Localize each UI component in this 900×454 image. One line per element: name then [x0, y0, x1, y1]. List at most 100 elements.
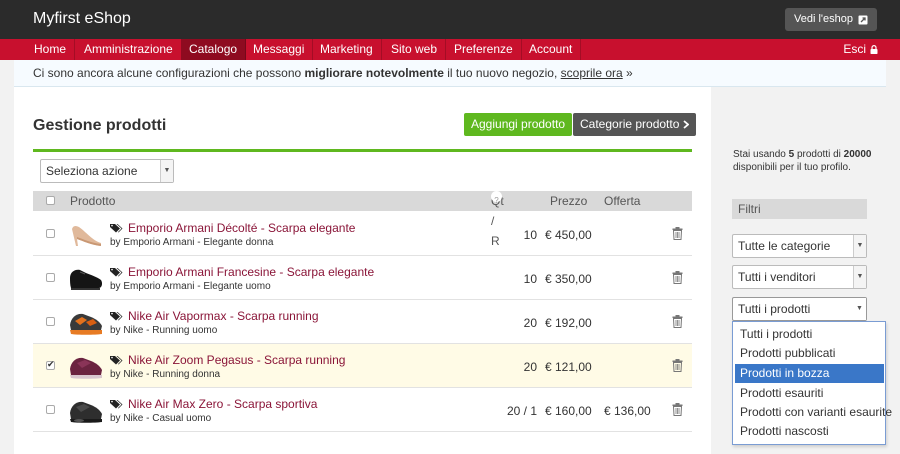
product-thumbnail[interactable]	[69, 351, 103, 381]
dropdown-option[interactable]: Prodotti nascosti	[735, 422, 884, 441]
dropdown-option[interactable]: Prodotti con varianti esaurite	[735, 403, 892, 422]
table-row: Emporio Armani Francesine - Scarpa elega…	[33, 256, 692, 300]
category-filter-select[interactable]: Tutte le categorie ▼	[732, 234, 867, 258]
product-name: Emporio Armani Décolté - Scarpa elegante	[128, 221, 356, 235]
view-store-button[interactable]: Vedi l'eshop	[785, 8, 877, 31]
filters-title: Filtri	[732, 199, 867, 219]
product-name-link[interactable]: Nike Air Max Zero - Scarpa sportiva	[110, 397, 317, 411]
help-icon[interactable]: ?	[491, 191, 502, 205]
table-row: Nike Air Vapormax - Scarpa running by Ni…	[33, 300, 692, 344]
category-filter-value: Tutte le categorie	[738, 239, 831, 253]
product-categories-label: Categorie prodotto	[580, 117, 680, 131]
trash-icon[interactable]	[672, 227, 683, 240]
product-meta: by Emporio Armani - Elegante uomo	[110, 281, 271, 292]
product-meta: by Nike - Casual uomo	[110, 413, 212, 424]
nav-item-home[interactable]: Home	[26, 39, 76, 60]
bulk-action-value: Seleziona azione	[46, 164, 138, 178]
product-name: Nike Air Zoom Pegasus - Scarpa running	[128, 353, 346, 367]
row-checkbox[interactable]	[46, 359, 55, 370]
row-checkbox[interactable]	[46, 273, 55, 282]
dropdown-option[interactable]: Prodotti esauriti	[735, 384, 884, 403]
trash-icon[interactable]	[672, 403, 683, 416]
trash-icon[interactable]	[672, 359, 683, 372]
usage-mid: prodotti di	[796, 149, 841, 160]
chevron-down-icon: ▼	[853, 298, 866, 320]
product-offer: € 136,00	[604, 404, 651, 418]
add-product-button[interactable]: Aggiungi prodotto	[464, 113, 573, 136]
dropdown-option[interactable]: Prodotti pubblicati	[735, 344, 884, 363]
brand-title[interactable]: Myfirst eShop	[33, 10, 131, 28]
page-title: Gestione prodotti	[33, 117, 167, 134]
vendor-filter-value: Tutti i venditori	[738, 270, 816, 284]
usage-used: 5	[788, 149, 795, 160]
notice-bold: migliorare notevolmente	[304, 66, 444, 80]
product-price: € 160,00	[545, 404, 592, 418]
product-meta: by Nike - Running uomo	[110, 325, 218, 336]
nav-item-amministrazione[interactable]: Amministrazione	[76, 39, 182, 60]
product-meta: by Emporio Armani - Elegante donna	[110, 237, 274, 248]
product-thumbnail[interactable]	[69, 219, 103, 249]
main-nav: Home Amministrazione Catalogo Messaggi M…	[0, 39, 900, 60]
vendor-filter-select[interactable]: Tutti i venditori ▼	[732, 265, 867, 289]
row-checkbox[interactable]	[46, 405, 55, 414]
usage-prefix: Stai usando	[733, 149, 786, 160]
product-name: Nike Air Max Zero - Scarpa sportiva	[128, 397, 318, 411]
row-checkbox[interactable]	[46, 317, 55, 326]
nav-item-preferenze[interactable]: Preferenze	[446, 39, 522, 60]
product-name-link[interactable]: Emporio Armani Francesine - Scarpa elega…	[110, 265, 374, 279]
product-price: € 350,00	[545, 272, 592, 286]
product-qty: 10	[523, 228, 537, 242]
header-product: Prodotto	[70, 194, 116, 208]
notice-discover-link[interactable]: scoprile ora	[561, 66, 623, 80]
select-all-checkbox[interactable]	[46, 196, 55, 205]
product-name-link[interactable]: Nike Air Vapormax - Scarpa running	[110, 309, 319, 323]
notice-text-middle: il tuo nuovo negozio,	[447, 66, 558, 80]
tags-icon	[110, 356, 123, 365]
product-qty: 20	[523, 360, 537, 374]
product-categories-button[interactable]: Categorie prodotto	[573, 113, 697, 136]
tags-icon	[110, 224, 123, 233]
table-row: Nike Air Max Zero - Scarpa sportiva by N…	[33, 388, 692, 432]
tags-icon	[110, 268, 123, 277]
product-thumbnail[interactable]	[69, 263, 103, 293]
product-status-dropdown: Tutti i prodotti Prodotti pubblicati Pro…	[732, 321, 892, 445]
tags-icon	[110, 312, 123, 321]
product-meta: by Nike - Running donna	[110, 369, 221, 380]
product-thumbnail[interactable]	[69, 307, 103, 337]
usage-total: 20000	[843, 149, 872, 160]
nav-item-account[interactable]: Account	[521, 39, 582, 60]
config-notice: Ci sono ancora alcune configurazioni che…	[14, 60, 886, 87]
header-price: Prezzo	[550, 194, 588, 208]
product-qty: 20 / 1	[506, 404, 537, 418]
dropdown-option-highlighted[interactable]: Prodotti in bozza	[735, 364, 884, 383]
product-price: € 121,00	[545, 360, 592, 374]
product-price: € 450,00	[545, 228, 592, 242]
table-row: Nike Air Zoom Pegasus - Scarpa running b…	[33, 344, 692, 388]
product-usage-info: Stai usando 5 prodotti di 20000 disponib…	[733, 148, 873, 174]
table-header: Prodotto Qt / R ? Prezzo Offerta	[33, 191, 692, 248]
row-checkbox[interactable]	[46, 229, 55, 238]
view-store-label: Vedi l'eshop	[794, 13, 853, 25]
chevron-down-icon: ▼	[160, 160, 173, 182]
product-thumbnail[interactable]	[69, 395, 103, 425]
nav-item-messaggi[interactable]: Messaggi	[245, 39, 314, 60]
product-name-link[interactable]: Nike Air Zoom Pegasus - Scarpa running	[110, 353, 345, 367]
bulk-action-select[interactable]: Seleziona azione ▼	[40, 159, 174, 183]
notice-text-before: Ci sono ancora alcune configurazioni che…	[33, 66, 302, 80]
top-bar: Myfirst eShop Vedi l'eshop	[0, 0, 900, 39]
nav-item-sito-web[interactable]: Sito web	[383, 39, 447, 60]
title-divider	[33, 149, 692, 152]
product-status-filter-select[interactable]: Tutti i prodotti ▼	[732, 297, 867, 321]
product-qty: 20	[523, 316, 537, 330]
nav-item-marketing[interactable]: Marketing	[312, 39, 382, 60]
products-panel: Gestione prodotti Aggiungi prodotto Cate…	[14, 87, 711, 454]
chevron-right-icon	[683, 120, 690, 129]
trash-icon[interactable]	[672, 315, 683, 328]
lock-icon	[870, 45, 878, 54]
nav-item-catalogo[interactable]: Catalogo	[181, 39, 247, 60]
trash-icon[interactable]	[672, 271, 683, 284]
header-offer: Offerta	[604, 194, 641, 208]
dropdown-option[interactable]: Tutti i prodotti	[735, 325, 884, 344]
product-name-link[interactable]: Emporio Armani Décolté - Scarpa elegante	[110, 221, 355, 235]
logout-button[interactable]: Esci	[843, 39, 878, 60]
